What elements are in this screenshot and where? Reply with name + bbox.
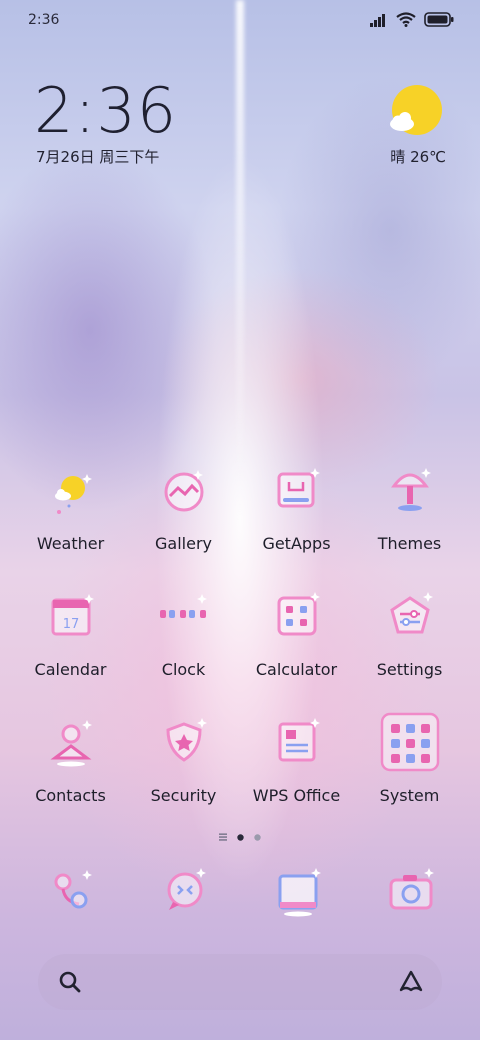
page-list-indicator	[219, 826, 227, 845]
app-label: Calendar	[34, 660, 107, 679]
search-bar[interactable]	[38, 954, 442, 1010]
widget-date: 7月26日 周三下午	[36, 148, 160, 166]
wifi-icon	[396, 12, 416, 31]
app-label: Security	[150, 786, 217, 805]
search-icon[interactable]	[58, 970, 82, 998]
app-label: WPS Office	[252, 786, 341, 805]
weather-text: 晴 26℃	[390, 148, 446, 166]
status-bar: 2:36	[0, 0, 480, 42]
dock-messages[interactable]	[155, 862, 215, 926]
page-dot	[254, 826, 261, 845]
battery-icon	[424, 12, 454, 31]
clock-icon	[154, 586, 214, 646]
dock	[0, 862, 480, 932]
camera-icon	[381, 868, 441, 926]
app-label: Gallery	[155, 534, 212, 553]
weather-widget[interactable]	[384, 84, 444, 144]
settings-icon	[380, 586, 440, 646]
calendar-icon: 17	[41, 586, 101, 646]
app-label: Themes	[377, 534, 442, 553]
sun-cloud-icon	[384, 85, 444, 144]
app-system-folder[interactable]: System	[353, 712, 466, 805]
app-themes[interactable]: Themes	[353, 460, 466, 553]
app-security[interactable]: Security	[127, 712, 240, 805]
security-icon	[154, 712, 214, 772]
browser-icon	[268, 868, 328, 926]
dock-phone[interactable]	[41, 862, 101, 926]
app-contacts[interactable]: Contacts	[14, 712, 127, 805]
app-label: Clock	[161, 660, 206, 679]
app-label: Weather	[36, 534, 105, 553]
status-time: 2:36	[28, 12, 60, 28]
calculator-icon	[267, 586, 327, 646]
dock-camera[interactable]	[381, 862, 441, 926]
app-calculator[interactable]: Calculator	[240, 586, 353, 679]
app-label: Settings	[376, 660, 443, 679]
page-dot-active	[237, 826, 244, 845]
dock-browser[interactable]	[268, 862, 328, 926]
app-gallery[interactable]: Gallery	[127, 460, 240, 553]
app-settings[interactable]: Settings	[353, 586, 466, 679]
system-folder-icon	[380, 712, 440, 772]
app-label: Calculator	[255, 660, 338, 679]
assistant-icon[interactable]	[398, 969, 424, 999]
contacts-icon	[41, 712, 101, 772]
app-label: GetApps	[262, 534, 331, 553]
getapps-icon	[267, 460, 327, 520]
status-icons	[370, 12, 454, 31]
wallpaper-light-beam	[236, 0, 244, 520]
app-clock[interactable]: Clock	[127, 586, 240, 679]
themes-icon	[380, 460, 440, 520]
widget-clock[interactable]: 2:36	[34, 76, 177, 146]
app-calendar[interactable]: 17 Calendar	[14, 586, 127, 679]
svg-text:17: 17	[62, 617, 79, 632]
signal-icon	[370, 12, 388, 31]
wps-office-icon	[267, 712, 327, 772]
page-indicator[interactable]	[200, 828, 280, 842]
app-getapps[interactable]: GetApps	[240, 460, 353, 553]
weather-icon	[41, 460, 101, 520]
phone-icon	[41, 870, 101, 926]
app-label: Contacts	[35, 786, 106, 805]
app-wps-office[interactable]: WPS Office	[240, 712, 353, 805]
messages-icon	[155, 868, 215, 926]
app-label: System	[379, 786, 440, 805]
gallery-icon	[154, 460, 214, 520]
app-weather[interactable]: Weather	[14, 460, 127, 553]
